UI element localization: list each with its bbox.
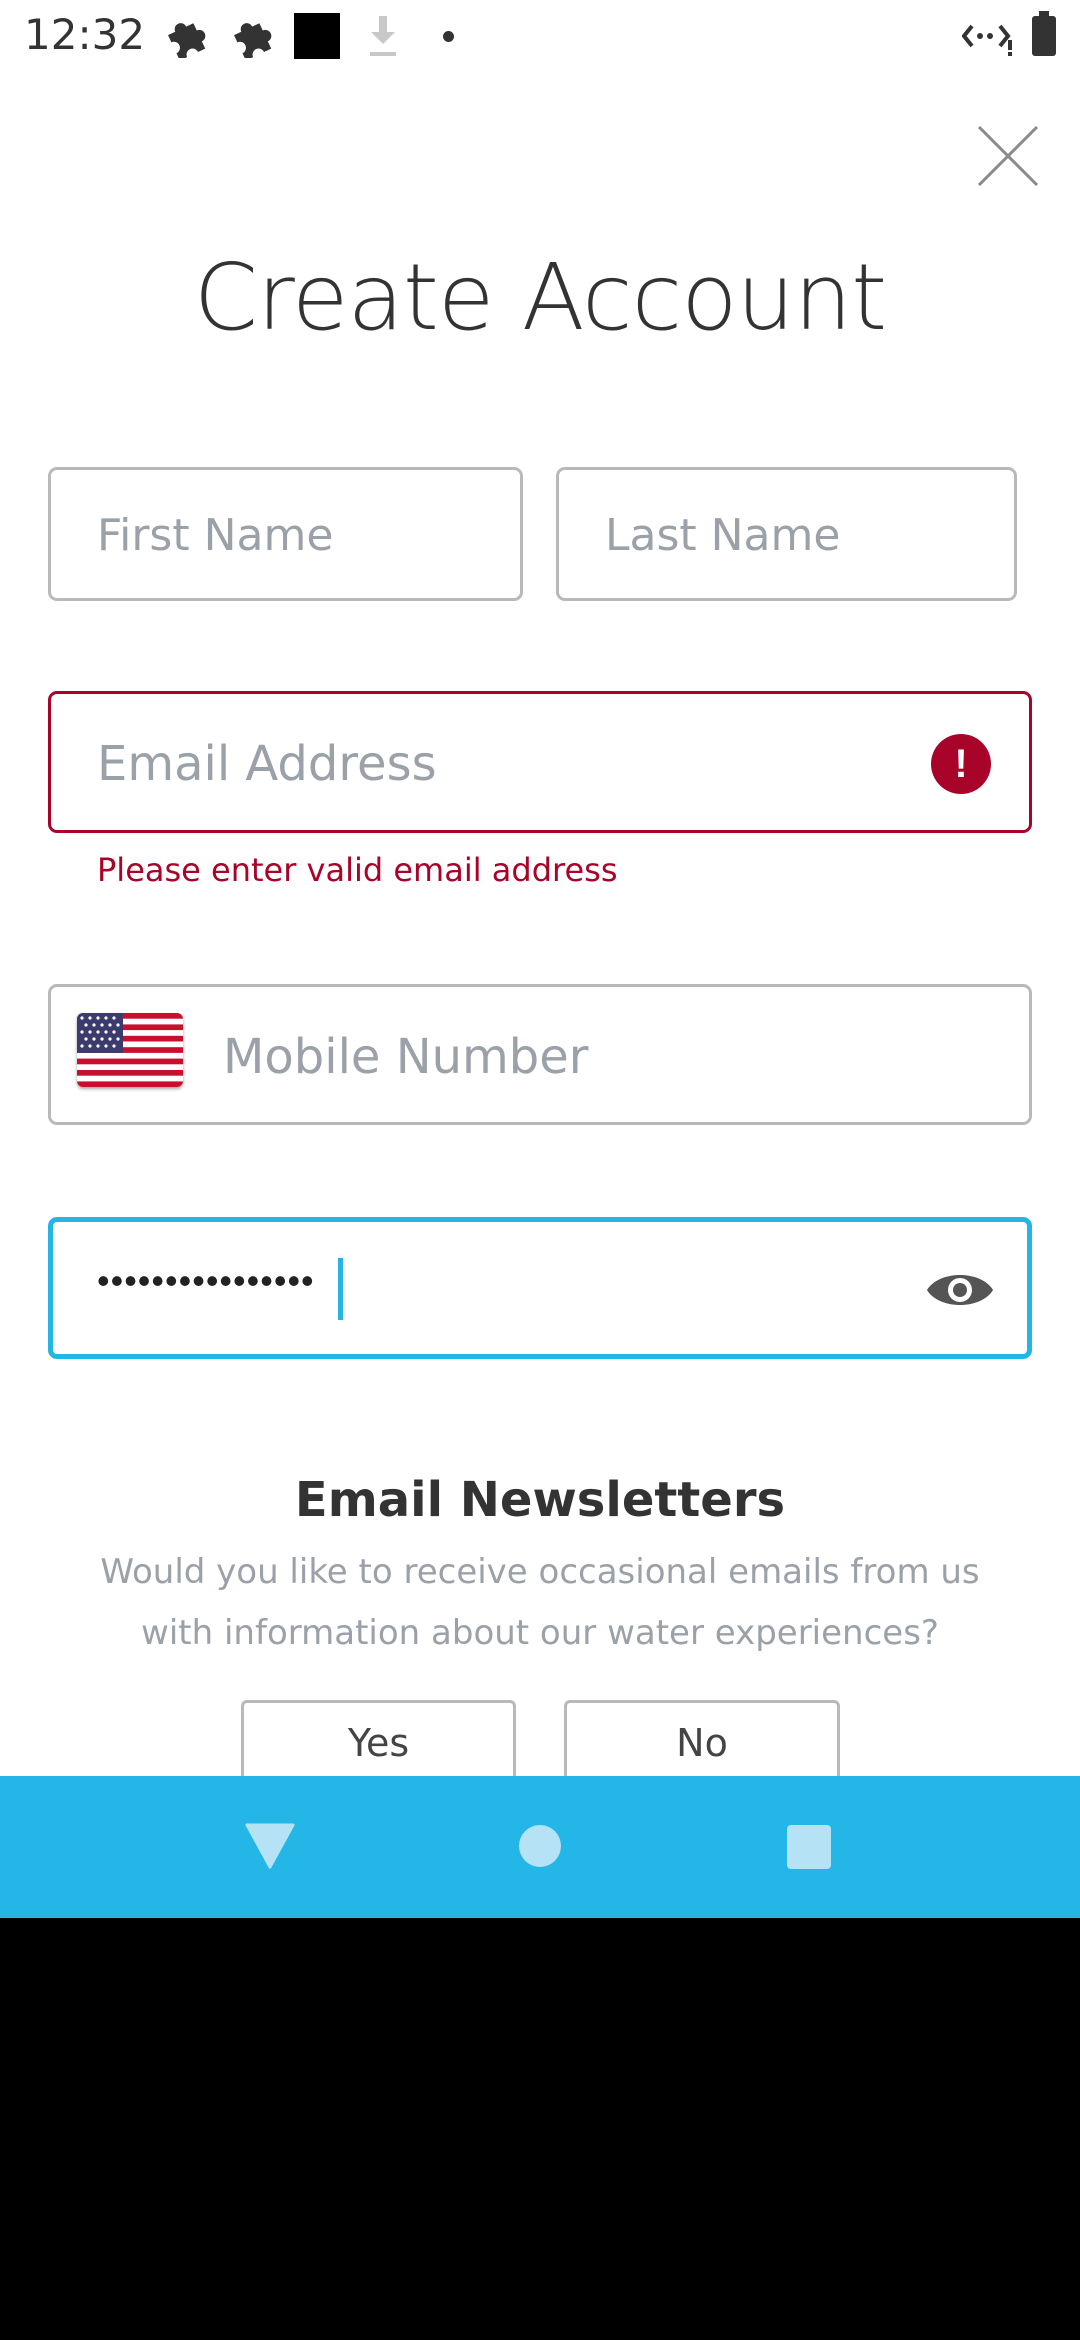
square-icon [294, 13, 340, 59]
last-name-placeholder: Last Name [605, 510, 841, 561]
status-bar: 12:32 [0, 0, 1080, 72]
download-icon [370, 16, 396, 56]
eye-icon[interactable] [925, 1266, 995, 1314]
error-icon: ! [931, 734, 991, 794]
dot-icon [443, 31, 454, 42]
us-flag-icon[interactable] [77, 1013, 183, 1087]
close-icon[interactable] [976, 124, 1040, 188]
recents-square-icon[interactable] [787, 1825, 831, 1869]
newsletter-no-button[interactable]: No [564, 1700, 840, 1776]
email-error-message: Please enter valid email address [97, 851, 618, 889]
puzzle-icon [234, 23, 272, 58]
back-triangle-icon[interactable] [245, 1823, 295, 1869]
newsletter-description: Would you like to receive occasional ema… [100, 1552, 980, 1653]
first-name-field[interactable]: First Name [48, 467, 523, 601]
page-title: Create Account [193, 244, 887, 351]
mobile-number-field[interactable]: Mobile Number [48, 984, 1032, 1125]
create-account-screen: 12:32 Create Account First Name Last Nam… [0, 0, 1080, 1776]
puzzle-icon [168, 23, 206, 58]
navigation-bar [0, 1776, 1080, 1918]
status-time: 12:32 [24, 10, 146, 59]
first-name-placeholder: First Name [97, 510, 334, 561]
battery-icon [1032, 11, 1056, 56]
last-name-field[interactable]: Last Name [556, 467, 1017, 601]
password-value: •••••••••••••••• [97, 1260, 315, 1301]
newsletter-yes-button[interactable]: Yes [241, 1700, 516, 1776]
home-circle-icon[interactable] [519, 1825, 561, 1867]
text-cursor [338, 1258, 343, 1320]
data-saver-icon [962, 24, 1012, 56]
mobile-placeholder: Mobile Number [223, 1029, 589, 1085]
email-field[interactable]: Email Address ! [48, 691, 1032, 833]
email-placeholder: Email Address [97, 736, 437, 792]
password-field[interactable]: •••••••••••••••• [48, 1217, 1032, 1359]
newsletter-title: Email Newsletters [294, 1472, 786, 1528]
